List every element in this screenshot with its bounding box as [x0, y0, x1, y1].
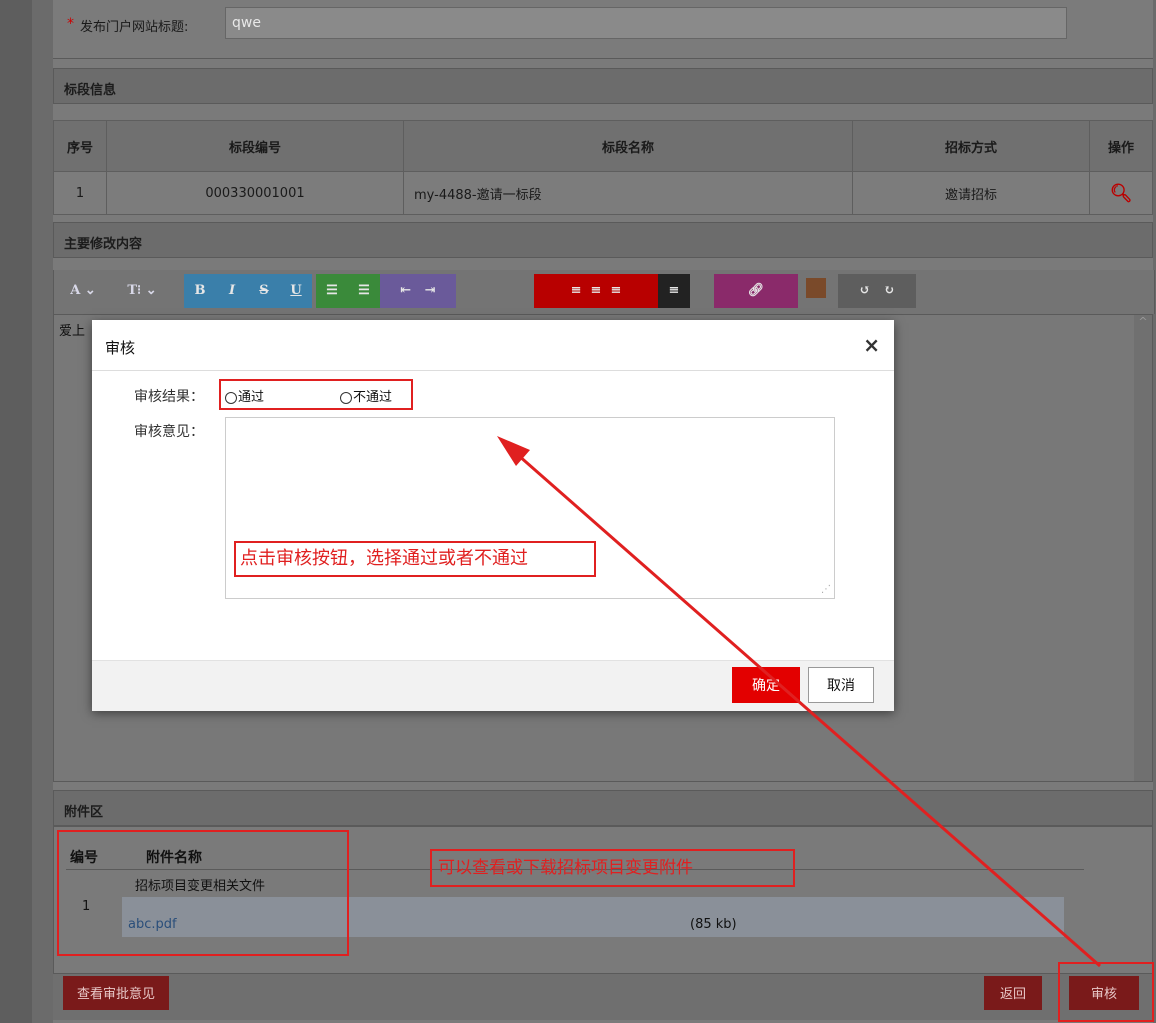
link-icon: 🔗︎ — [747, 283, 765, 298]
redo-icon: ↻ — [883, 283, 895, 298]
color-picker-icon[interactable] — [806, 278, 826, 298]
col-name: 标段名称 — [403, 120, 853, 172]
confirm-button[interactable]: 确定 — [732, 667, 800, 703]
bid-table: 序号 标段编号 标段名称 招标方式 操作 1 000330001001 my-4… — [53, 120, 1153, 215]
align-buttons[interactable]: ≡ ≡ ≡ — [534, 274, 658, 308]
bold-button[interactable]: B — [184, 274, 216, 308]
underline-button[interactable]: U — [280, 274, 312, 308]
col-code: 标段编号 — [106, 120, 404, 172]
indent-icon: ⇥ — [424, 283, 436, 298]
section-modify-content: 主要修改内容 — [53, 222, 1153, 258]
annotation-attachment-note: 可以查看或下载招标项目变更附件 — [430, 849, 795, 887]
row-code: 000330001001 — [106, 171, 404, 215]
section-attachments: 附件区 — [53, 790, 1153, 826]
indent-buttons[interactable]: ⇤ ⇥ — [380, 274, 456, 308]
row-method: 邀请招标 — [852, 171, 1090, 215]
cancel-button[interactable]: 取消 — [808, 667, 874, 703]
resize-grip-icon[interactable]: ⋰ — [821, 584, 831, 595]
col-method: 招标方式 — [852, 120, 1090, 172]
bullet-list-button[interactable]: ☰ — [316, 274, 348, 308]
row-action: 🔍︎ — [1089, 171, 1153, 215]
col-action: 操作 — [1089, 120, 1153, 172]
opinion-label: 审核意见： — [134, 424, 204, 440]
radio-pass[interactable]: 通过 — [225, 386, 264, 405]
attachment-file-size: (85 kb) — [690, 917, 737, 932]
table-row: 1 000330001001 my-4488-邀请一标段 邀请招标 🔍︎ — [53, 171, 1153, 215]
outdent-icon: ⇤ — [400, 283, 412, 298]
annotation-attachment-highlight — [57, 830, 349, 956]
required-mark: * — [67, 16, 74, 32]
font-size-dropdown[interactable]: T⁝ ⌄ — [120, 274, 164, 308]
search-icon[interactable]: 🔍︎ — [1110, 183, 1133, 204]
justify-icon: ≡ — [668, 283, 680, 298]
radio-circle-icon — [225, 391, 237, 404]
italic-button[interactable]: I — [216, 274, 248, 308]
dialog-header: 审核 × — [92, 320, 894, 371]
numbered-list-button[interactable]: ☰ — [348, 274, 380, 308]
editor-toolbar: A ⌄ T⁝ ⌄ B I S U ☰ ☰ ⇤ ⇥ ≡ ≡ ≡ ≡ 🔗︎ ↺ ↻ — [53, 270, 1155, 314]
annotation-audit-button-highlight — [1058, 962, 1154, 1022]
radio-fail-label: 不通过 — [353, 390, 393, 405]
view-opinion-button[interactable]: 查看审批意见 — [63, 976, 169, 1010]
portal-title-row: * 发布门户网站标题: qwe — [53, 0, 1153, 59]
close-icon[interactable]: × — [863, 333, 880, 357]
font-dropdown[interactable]: A ⌄ — [64, 274, 102, 308]
portal-title-label: 发布门户网站标题: — [80, 20, 189, 35]
row-name: my-4488-邀请一标段 — [403, 171, 853, 215]
link-buttons[interactable]: 🔗︎ — [714, 274, 798, 308]
result-radio-group: 通过 不通过 — [219, 379, 413, 410]
radio-circle-icon — [340, 391, 352, 404]
dialog-footer: 确定 取消 — [92, 660, 894, 711]
row-index: 1 — [53, 171, 107, 215]
align-right-icon: ≡ — [610, 283, 622, 298]
justify-button[interactable]: ≡ — [658, 274, 690, 308]
portal-title-field[interactable]: qwe — [225, 7, 1067, 39]
history-buttons[interactable]: ↺ ↻ — [838, 274, 916, 308]
audit-dialog: 审核 × 审核结果： 通过 不通过 审核意见： ⋰ 点击审核按钮，选择通过或者不… — [92, 320, 894, 711]
annotation-audit-note: 点击审核按钮，选择通过或者不通过 — [234, 541, 596, 577]
back-button[interactable]: 返回 — [984, 976, 1042, 1010]
align-center-icon: ≡ — [590, 283, 602, 298]
align-left-icon: ≡ — [570, 283, 582, 298]
editor-scrollbar[interactable]: ^ — [1134, 315, 1152, 781]
section-bid-info: 标段信息 — [53, 68, 1153, 104]
undo-icon: ↺ — [859, 283, 871, 298]
left-rail — [0, 0, 32, 1023]
editor-text: 爱上 — [59, 324, 86, 339]
table-header-row: 序号 标段编号 标段名称 招标方式 操作 — [53, 120, 1153, 172]
radio-fail[interactable]: 不通过 — [340, 386, 392, 405]
strikethrough-button[interactable]: S — [248, 274, 280, 308]
col-index: 序号 — [53, 120, 107, 172]
radio-pass-label: 通过 — [238, 390, 265, 405]
result-label: 审核结果： — [134, 389, 204, 405]
dialog-title: 审核 — [105, 339, 136, 357]
